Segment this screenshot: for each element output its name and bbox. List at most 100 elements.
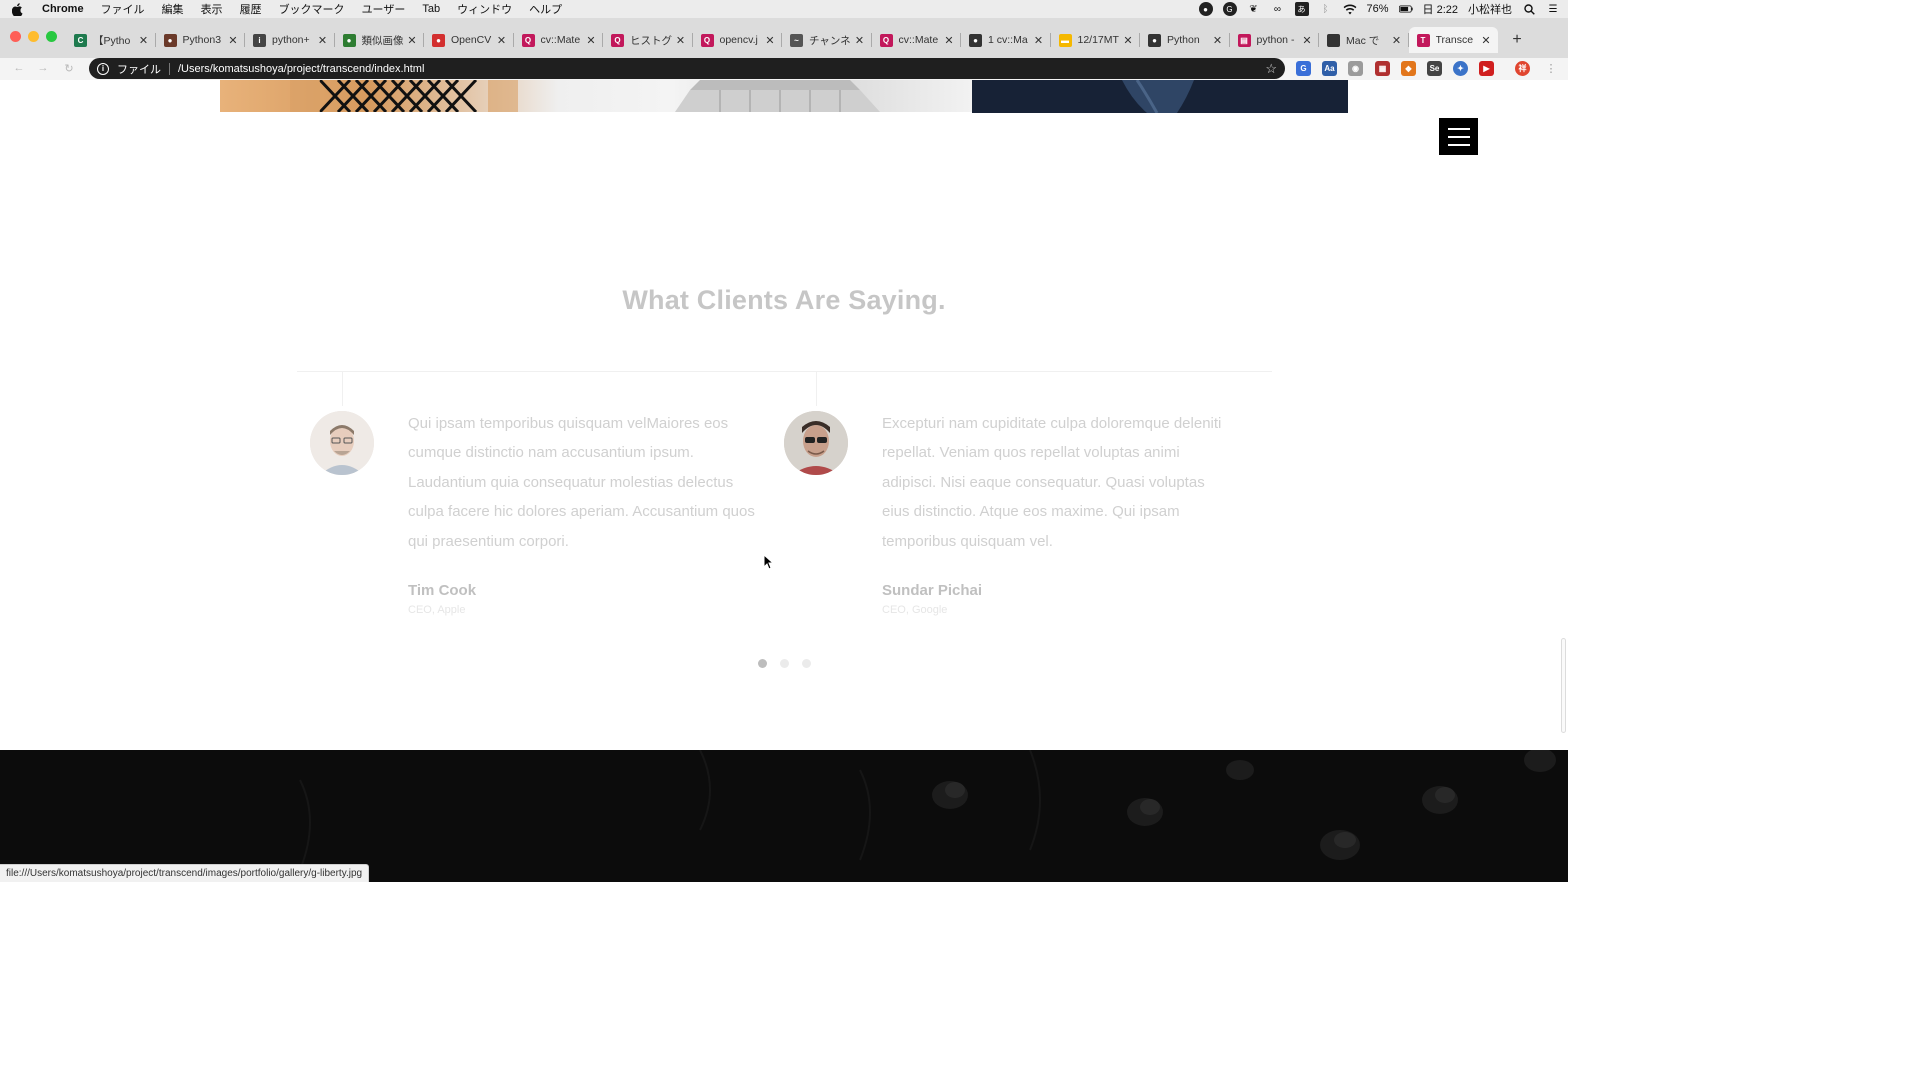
mouse-cursor-icon xyxy=(763,553,775,575)
tab-close-icon[interactable]: ✕ xyxy=(1391,34,1403,47)
tab-close-icon[interactable]: ✕ xyxy=(943,34,955,47)
portfolio-image-right[interactable] xyxy=(972,80,1348,113)
browser-tab[interactable]: T Transce ✕ xyxy=(1408,27,1498,53)
chrome-menu-icon[interactable]: ⋮ xyxy=(1544,61,1558,75)
grid-extension-icon[interactable]: ▦ xyxy=(1375,61,1390,76)
tab-close-icon[interactable]: ✕ xyxy=(138,34,150,47)
tab-close-icon[interactable]: ✕ xyxy=(496,34,508,47)
macos-menu-bar: Chrome ファイル 編集 表示 履歴 ブックマーク ユーザー Tab ウィン… xyxy=(0,0,1568,18)
reload-icon[interactable]: ↻ xyxy=(62,61,76,75)
client-role-2: CEO, Google xyxy=(882,604,948,616)
browser-tab[interactable]: i python+ ✕ xyxy=(245,27,335,53)
spotlight-search-icon[interactable] xyxy=(1522,2,1536,16)
leaf-icon[interactable]: ❦ xyxy=(1247,2,1261,16)
tab-close-icon[interactable]: ✕ xyxy=(1122,34,1134,47)
back-arrow-icon[interactable]: ← xyxy=(12,61,26,75)
client-role-1: CEO, Apple xyxy=(408,604,466,616)
video-extension-icon[interactable]: ▶ xyxy=(1479,61,1494,76)
tab-close-icon[interactable]: ✕ xyxy=(1212,34,1224,47)
menu-file[interactable]: ファイル xyxy=(101,1,145,17)
section-title: What Clients Are Saying. xyxy=(622,285,946,315)
clock[interactable]: 日 2:22 xyxy=(1423,1,1458,17)
tab-favicon-icon: ● xyxy=(969,33,982,47)
new-tab-button[interactable]: + xyxy=(1507,27,1527,53)
tab-title: opencv.j xyxy=(719,34,758,46)
camera-extension-icon[interactable]: ◉ xyxy=(1348,61,1363,76)
bubble-extension-icon[interactable]: ✦ xyxy=(1453,61,1468,76)
tab-favicon-icon: ▤ xyxy=(1237,33,1251,47)
tab-close-icon[interactable]: ✕ xyxy=(1301,34,1313,47)
tab-favicon-icon: ~ xyxy=(790,33,803,47)
browser-tab[interactable]: ● 類似画像 ✕ xyxy=(335,27,425,53)
menu-history[interactable]: 履歴 xyxy=(240,1,262,17)
address-bar[interactable]: i ファイル /Users/komatsushoya/project/trans… xyxy=(89,58,1285,79)
tab-title: Mac で xyxy=(1346,34,1380,47)
browser-tab[interactable]: Qopencv.j ✕ xyxy=(693,27,783,53)
browser-tab[interactable]: ● OpenCV ✕ xyxy=(424,27,514,53)
carousel-pagination xyxy=(758,659,811,668)
tab-close-icon[interactable]: ✕ xyxy=(854,34,866,47)
portfolio-image-left[interactable] xyxy=(220,80,972,112)
hamburger-line xyxy=(1447,127,1470,130)
browser-tab[interactable]: Qcv::Mate ✕ xyxy=(514,27,604,53)
zoom-window-button[interactable] xyxy=(46,31,57,42)
forward-arrow-icon[interactable]: → xyxy=(36,61,50,75)
carousel-dot-3[interactable] xyxy=(802,659,811,668)
record-icon[interactable]: ● xyxy=(1198,2,1213,16)
menu-tab[interactable]: Tab xyxy=(422,3,440,15)
close-window-button[interactable] xyxy=(10,31,21,42)
browser-tab[interactable]: ● Python ✕ xyxy=(1140,27,1230,53)
menu-edit[interactable]: 編集 xyxy=(162,1,184,17)
menu-people[interactable]: ユーザー xyxy=(362,1,406,17)
translate-extension-icon[interactable]: G xyxy=(1296,61,1311,76)
browser-tab[interactable]: Qcv::Mate ✕ xyxy=(872,27,962,53)
tab-close-icon[interactable]: ✕ xyxy=(227,34,239,47)
metamask-extension-icon[interactable]: ◆ xyxy=(1401,61,1416,76)
creative-cloud-icon[interactable]: ∞ xyxy=(1271,2,1285,16)
browser-tab[interactable]: C 【Pytho ✕ xyxy=(66,27,156,53)
tab-close-icon[interactable]: ✕ xyxy=(675,34,687,47)
browser-tab[interactable]: ● Python3 ✕ xyxy=(156,27,246,53)
menu-view[interactable]: 表示 xyxy=(201,1,223,17)
tab-close-icon[interactable]: ✕ xyxy=(317,34,329,47)
carousel-dot-1[interactable] xyxy=(758,659,767,668)
bookmark-star-icon[interactable]: ☆ xyxy=(1265,61,1277,77)
tab-close-icon[interactable]: ✕ xyxy=(1480,34,1492,47)
menu-app-chrome[interactable]: Chrome xyxy=(42,3,84,15)
input-method-icon[interactable]: あ xyxy=(1294,2,1309,16)
tab-title: Python xyxy=(1167,34,1200,46)
browser-tab[interactable]: ▤ python - ✕ xyxy=(1230,27,1320,53)
carousel-dot-2[interactable] xyxy=(780,659,789,668)
dictionary-extension-icon[interactable]: Aa xyxy=(1322,61,1337,76)
selenium-extension-icon[interactable]: Se xyxy=(1427,61,1442,76)
url-text[interactable]: /Users/komatsushoya/project/transcend/in… xyxy=(178,63,424,75)
minimize-window-button[interactable] xyxy=(28,31,39,42)
tab-close-icon[interactable]: ✕ xyxy=(406,34,418,47)
hamburger-menu-button[interactable] xyxy=(1439,118,1478,155)
grammarly-icon[interactable]: G xyxy=(1222,2,1237,16)
tab-close-icon[interactable]: ✕ xyxy=(585,34,597,47)
bluetooth-icon[interactable]: ᛒ xyxy=(1319,2,1333,16)
user-name[interactable]: 小松祥也 xyxy=(1468,1,1512,17)
tab-title: 類似画像 xyxy=(361,34,404,47)
wifi-icon[interactable] xyxy=(1343,2,1357,16)
browser-tab[interactable]: ~ チャンネ ✕ xyxy=(782,27,872,53)
tab-close-icon[interactable]: ✕ xyxy=(1033,34,1045,47)
tab-close-icon[interactable]: ✕ xyxy=(764,34,776,47)
testimonial-connector-left xyxy=(342,371,343,406)
menu-help[interactable]: ヘルプ xyxy=(529,1,562,17)
browser-tab[interactable]: ● 1 cv::Ma ✕ xyxy=(961,27,1051,53)
page-scrollbar-thumb[interactable] xyxy=(1561,638,1566,733)
apple-menu-icon[interactable] xyxy=(10,2,24,16)
menu-bookmarks[interactable]: ブックマーク xyxy=(279,1,345,17)
browser-tab[interactable]: Mac で ✕ xyxy=(1319,27,1409,53)
menu-window[interactable]: ウィンドウ xyxy=(457,1,512,17)
browser-tab[interactable]: ▬ 12/17MT ✕ xyxy=(1051,27,1141,53)
notification-center-icon[interactable]: ☰ xyxy=(1546,2,1560,16)
battery-icon[interactable] xyxy=(1398,2,1413,16)
tab-title: OpenCV xyxy=(451,34,492,46)
browser-tab[interactable]: Q ヒストグ ✕ xyxy=(603,27,693,53)
site-info-icon[interactable]: i xyxy=(97,62,109,75)
hamburger-line xyxy=(1447,135,1470,138)
profile-avatar[interactable]: 祥 xyxy=(1515,61,1530,76)
